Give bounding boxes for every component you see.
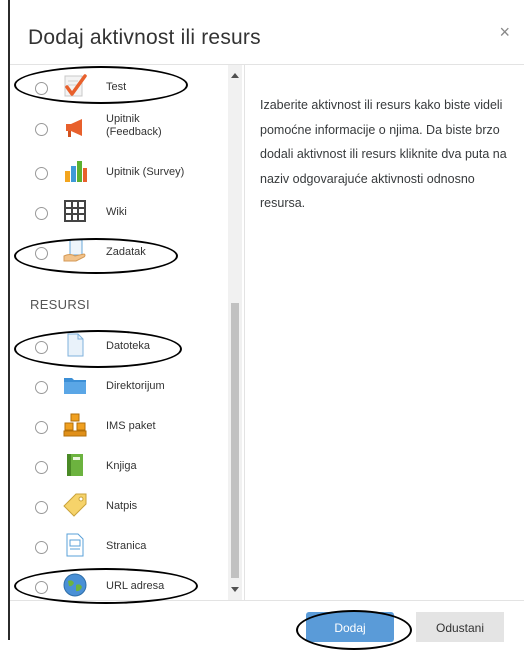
- label-tag-icon: [62, 492, 88, 518]
- url-globe-icon: [62, 572, 88, 598]
- page-icon: [62, 532, 88, 558]
- option-test[interactable]: Test: [10, 67, 230, 107]
- radio-label[interactable]: [35, 501, 48, 514]
- modal-header: Dodaj aktivnost ili resurs ×: [10, 0, 524, 65]
- option-assignment[interactable]: Zadatak: [10, 232, 230, 272]
- option-folder[interactable]: Direktorijum: [10, 366, 230, 406]
- option-label-ims: IMS paket: [106, 420, 156, 432]
- option-feedback[interactable]: Upitnik (Feedback): [10, 107, 230, 147]
- cancel-button[interactable]: Odustani: [416, 612, 504, 642]
- option-label-file: Datoteka: [106, 340, 151, 352]
- add-activity-modal: Dodaj aktivnost ili resurs × Test Upitni…: [10, 0, 524, 640]
- option-file[interactable]: Datoteka: [10, 326, 230, 366]
- option-label-feedback: Upitnik (Feedback): [106, 113, 162, 138]
- radio-folder[interactable]: [35, 381, 48, 394]
- option-wiki[interactable]: Wiki: [10, 192, 230, 232]
- radio-feedback[interactable]: [35, 123, 48, 136]
- book-icon: [62, 452, 88, 478]
- radio-test[interactable]: [35, 82, 48, 95]
- assignment-hand-icon: [62, 238, 88, 264]
- quiz-icon: [62, 73, 88, 99]
- modal-title: Dodaj aktivnost ili resurs: [28, 26, 261, 49]
- radio-assignment[interactable]: [35, 247, 48, 260]
- bar-chart-icon: [62, 158, 88, 184]
- file-icon: [62, 332, 88, 358]
- resources-section-header: RESURSI: [30, 297, 90, 312]
- option-label[interactable]: Natpis: [10, 486, 230, 526]
- folder-icon: [62, 372, 88, 398]
- option-label-wiki: Wiki: [106, 206, 127, 218]
- option-url[interactable]: URL adresa: [10, 566, 230, 600]
- scroll-up-arrow-icon[interactable]: [231, 73, 239, 78]
- radio-ims[interactable]: [35, 421, 48, 434]
- option-label-page: Stranica: [106, 540, 147, 552]
- option-label-book: Knjiga: [106, 460, 137, 472]
- option-survey[interactable]: Upitnik (Survey): [10, 152, 230, 192]
- radio-file[interactable]: [35, 341, 48, 354]
- option-label-survey: Upitnik (Survey): [106, 166, 185, 178]
- option-label-test: Test: [106, 81, 127, 93]
- wiki-icon: [62, 198, 88, 224]
- radio-wiki[interactable]: [35, 207, 48, 220]
- option-ims[interactable]: IMS paket: [10, 406, 230, 446]
- option-page[interactable]: Stranica: [10, 526, 230, 566]
- option-label-label: Natpis: [106, 500, 138, 512]
- option-label-assignment: Zadatak: [106, 246, 146, 258]
- option-label-url: URL adresa: [106, 580, 165, 592]
- megaphone-icon: [62, 115, 88, 141]
- ims-package-icon: [62, 412, 88, 438]
- scroll-down-arrow-icon[interactable]: [231, 587, 239, 592]
- radio-page[interactable]: [35, 541, 48, 554]
- add-button[interactable]: Dodaj: [306, 612, 394, 642]
- activity-list[interactable]: Test Upitnik (Feedback) Upitnik (Survey)…: [10, 65, 245, 600]
- scrollbar-thumb[interactable]: [231, 303, 239, 578]
- help-text: Izaberite aktivnost ili resurs kako bist…: [260, 98, 507, 210]
- option-book[interactable]: Knjiga: [10, 446, 230, 486]
- radio-url[interactable]: [35, 581, 48, 594]
- radio-survey[interactable]: [35, 167, 48, 180]
- radio-book[interactable]: [35, 461, 48, 474]
- close-icon[interactable]: ×: [499, 22, 510, 43]
- option-label-folder: Direktorijum: [106, 380, 165, 392]
